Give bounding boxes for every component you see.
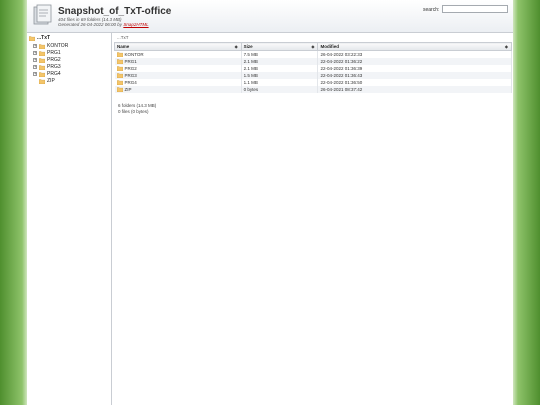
table-row[interactable]: PRG2 2.1 MB 22-04-2022 01:36:39 <box>114 65 512 72</box>
name-cell[interactable]: PRG4 <box>114 79 242 86</box>
table-row[interactable]: KONTOR 7.5 MB 26-04-2022 03:22:33 <box>114 50 512 58</box>
row-name: PRG1 <box>124 59 137 64</box>
tree-item-label: KONTOR <box>47 43 69 49</box>
name-cell[interactable]: PRG1 <box>114 58 242 65</box>
row-name: PRG3 <box>124 73 137 78</box>
row-name: PRG4 <box>124 80 137 85</box>
sort-icon[interactable]: ◆ <box>235 44 238 49</box>
tree-item-prg3[interactable]: + PRG3 <box>33 64 61 70</box>
search-label: search: <box>423 7 440 13</box>
app-window: Snapshot_of_TxT-office 404 files in 69 f… <box>27 0 513 405</box>
row-name: ZIP <box>124 87 132 92</box>
name-cell[interactable]: KONTOR <box>114 50 242 58</box>
size-cell: 0 bytes <box>241 86 319 93</box>
name-cell[interactable]: PRG2 <box>114 65 242 72</box>
row-name: KONTOR <box>124 52 144 57</box>
name-cell[interactable]: ZIP <box>114 86 242 93</box>
folder-icon <box>116 66 123 71</box>
folder-open-icon <box>29 35 35 41</box>
tree-item-label: ZIP <box>47 78 55 84</box>
folder-icon <box>116 59 123 64</box>
folder-icon <box>39 64 45 70</box>
column-header-size[interactable]: Size ◆ <box>240 42 319 51</box>
tree-item-prg1[interactable]: + PRG1 <box>33 50 61 56</box>
current-path: ...TxT <box>117 35 129 40</box>
tree-item-label: PRG1 <box>47 50 61 56</box>
modified-cell: 26-04-2021 08:37:42 <box>317 86 512 93</box>
summary-files: 0 files (0 bytes) <box>118 109 149 114</box>
size-cell: 1.5 MB <box>241 72 319 79</box>
page-title: Snapshot_of_TxT-office <box>58 6 172 17</box>
tree-item-prg4[interactable]: + PRG4 <box>33 71 61 77</box>
snapshot-logo-icon <box>33 4 52 25</box>
folder-icon <box>116 52 123 57</box>
column-header-label: Name <box>117 44 130 49</box>
size-cell: 7.5 MB <box>241 50 319 58</box>
expand-icon[interactable]: + <box>33 58 37 62</box>
tree-item-zip[interactable]: ZIP <box>33 78 55 84</box>
generated-line: Generated 26-04-2022 06:00 by Snap2HTML <box>58 22 149 27</box>
expand-icon[interactable]: + <box>33 44 37 48</box>
expand-placeholder <box>33 79 37 83</box>
size-cell: 1.1 MB <box>241 79 319 86</box>
folder-tree: ...TxT + KONTOR + PRG1 + PRG2 + PRG3 + P… <box>27 33 112 405</box>
table-row[interactable]: PRG4 1.1 MB 22-04-2022 01:36:50 <box>114 79 512 86</box>
column-header-label: Modified <box>320 44 339 49</box>
size-cell: 2.1 MB <box>241 65 319 72</box>
column-header-modified[interactable]: Modified ◆ <box>317 42 512 51</box>
table-row[interactable]: PRG3 1.5 MB 22-04-2022 01:36:43 <box>114 72 512 79</box>
folder-icon <box>39 71 45 77</box>
modified-cell: 22-04-2022 01:36:39 <box>317 65 512 72</box>
size-cell: 2.1 MB <box>241 58 319 65</box>
row-name: PRG2 <box>124 66 137 71</box>
modified-cell: 22-04-2022 01:36:22 <box>317 58 512 65</box>
folder-summary: 6 folders (14.3 MB) 0 files (0 bytes) <box>118 103 156 115</box>
column-header-label: Size <box>243 44 253 49</box>
folder-icon <box>39 57 45 63</box>
file-list-pane: ...TxT Name ◆ Size ◆ Modified ◆ KONTOR 7.5 … <box>113 33 513 405</box>
tree-item-label: PRG3 <box>47 64 61 70</box>
column-header-name[interactable]: Name ◆ <box>114 42 242 51</box>
header: Snapshot_of_TxT-office 404 files in 69 f… <box>27 0 513 33</box>
tree-item-prg2[interactable]: + PRG2 <box>33 57 61 63</box>
search-input[interactable] <box>442 5 508 13</box>
sort-icon[interactable]: ◆ <box>311 44 314 49</box>
name-cell[interactable]: PRG3 <box>114 72 242 79</box>
tree-item-label: PRG2 <box>47 57 61 63</box>
snap2html-link[interactable]: Snap2HTML <box>123 22 148 27</box>
modified-cell: 22-04-2022 01:36:50 <box>317 79 512 86</box>
table-row[interactable]: ZIP 0 bytes 26-04-2021 08:37:42 <box>114 86 512 93</box>
expand-icon[interactable]: + <box>33 65 37 69</box>
folder-icon <box>39 50 45 56</box>
sort-icon[interactable]: ◆ <box>505 44 508 49</box>
file-table: Name ◆ Size ◆ Modified ◆ KONTOR 7.5 MB 26-0… <box>114 42 512 93</box>
expand-icon[interactable]: + <box>33 51 37 55</box>
tree-root[interactable]: ...TxT <box>29 35 50 41</box>
expand-icon[interactable]: + <box>33 72 37 76</box>
table-row[interactable]: PRG1 2.1 MB 22-04-2022 01:36:22 <box>114 58 512 65</box>
tree-item-label: PRG4 <box>47 71 61 77</box>
folder-icon <box>116 80 123 85</box>
modified-cell: 22-04-2022 01:36:43 <box>317 72 512 79</box>
tree-item-kontor[interactable]: + KONTOR <box>33 43 68 49</box>
modified-cell: 26-04-2022 03:22:33 <box>317 50 512 58</box>
folder-icon <box>39 43 45 49</box>
folder-icon <box>116 73 123 78</box>
folder-icon <box>39 78 45 84</box>
tree-root-label: ...TxT <box>37 35 51 41</box>
generated-text: Generated 26-04-2022 06:00 by <box>58 22 123 27</box>
folder-icon <box>116 87 123 92</box>
